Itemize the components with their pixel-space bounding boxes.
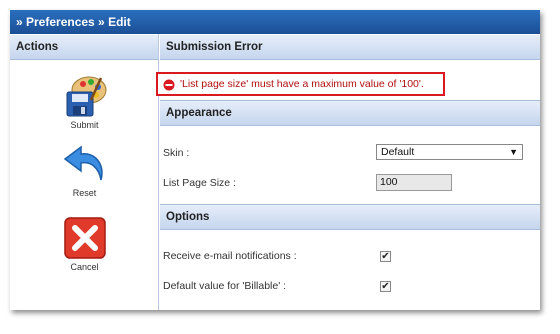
submission-error-header: Submission Error	[160, 34, 540, 60]
cancel-button[interactable]: Cancel	[10, 216, 159, 272]
dropdown-arrow-icon: ▼	[509, 147, 518, 157]
email-notifications-checkbox[interactable]: ✔	[380, 251, 391, 262]
page-title: » Preferences » Edit	[10, 10, 540, 34]
billable-default-label: Default value for 'Billable' :	[163, 280, 287, 292]
cancel-label: Cancel	[70, 262, 99, 272]
error-message-box: 'List page size' must have a maximum val…	[156, 72, 445, 96]
error-message-text: 'List page size' must have a maximum val…	[180, 78, 424, 90]
main-panel: Submission Error 'List page size' must h…	[156, 34, 540, 310]
list-page-size-input[interactable]: 100	[376, 174, 452, 191]
appearance-section-header: Appearance	[160, 100, 540, 126]
cancel-x-icon	[10, 216, 159, 260]
billable-default-checkbox[interactable]: ✔	[380, 281, 391, 292]
options-section-header: Options	[160, 204, 540, 230]
reset-arrow-icon	[10, 144, 159, 186]
actions-sidebar: Actions Submit Reset Cancel	[10, 34, 159, 310]
reset-button[interactable]: Reset	[10, 144, 159, 198]
skin-label: Skin :	[163, 147, 190, 159]
actions-header: Actions	[10, 34, 158, 60]
preferences-window: » Preferences » Edit Actions Submit Rese…	[10, 10, 540, 310]
error-icon	[163, 78, 175, 98]
skin-select-value: Default	[381, 146, 415, 158]
save-icon	[10, 74, 159, 118]
email-notifications-label: Receive e-mail notifications :	[163, 250, 297, 262]
list-page-size-label: List Page Size :	[163, 177, 236, 189]
submit-label: Submit	[70, 120, 99, 130]
submit-button[interactable]: Submit	[10, 74, 159, 130]
skin-select[interactable]: Default ▼	[376, 144, 523, 160]
reset-label: Reset	[72, 188, 97, 198]
